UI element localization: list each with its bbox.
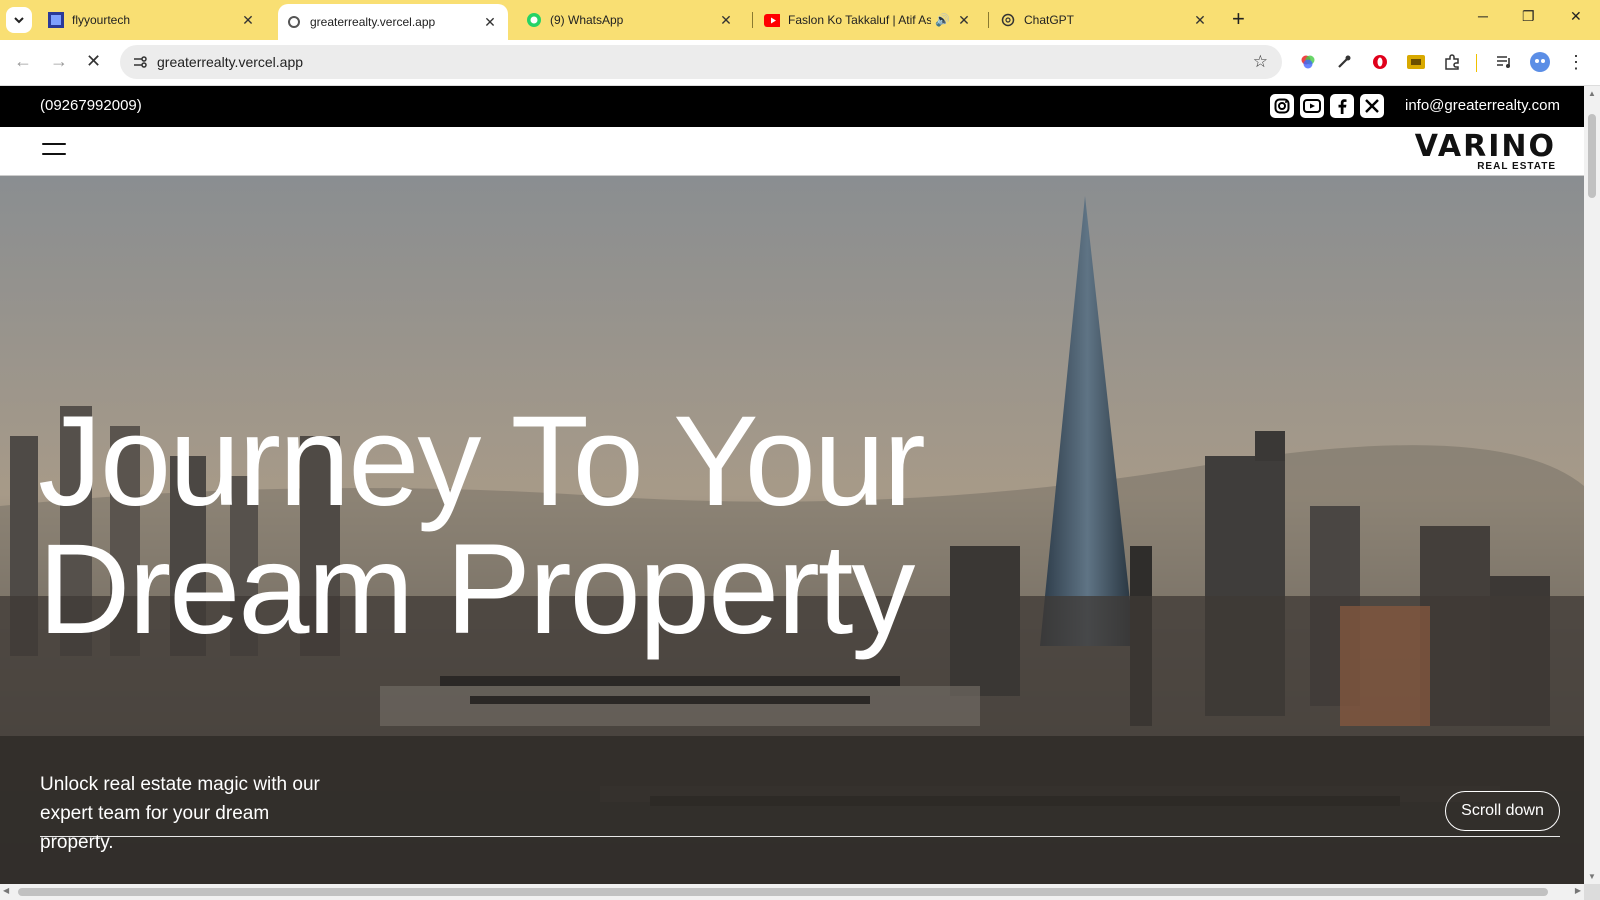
color-extension-icon[interactable] xyxy=(1298,52,1318,72)
youtube-favicon xyxy=(764,12,780,28)
hero-section: Journey To Your Dream Property Unlock re… xyxy=(0,176,1584,884)
site-settings-icon[interactable] xyxy=(132,54,148,75)
x-icon[interactable] xyxy=(1360,94,1384,118)
forward-button[interactable]: → xyxy=(50,51,68,72)
profile-avatar[interactable] xyxy=(1530,52,1550,72)
media-controls-icon[interactable] xyxy=(1494,52,1514,72)
browser-menu-icon[interactable]: ⋮ xyxy=(1566,52,1586,72)
hamburger-menu-icon[interactable] xyxy=(42,142,66,160)
horizontal-scrollbar[interactable]: ◀ ▶ xyxy=(0,884,1584,900)
facebook-icon[interactable] xyxy=(1330,94,1354,118)
whatsapp-favicon xyxy=(526,12,542,28)
horizontal-scroll-thumb[interactable] xyxy=(18,888,1548,896)
tab-separator xyxy=(752,12,753,28)
logo-wordmark: VARINO xyxy=(1414,129,1556,164)
hero-title-line1: Journey To Your xyxy=(38,390,926,533)
tab-chatgpt[interactable]: ChatGPT ✕ xyxy=(992,0,1218,40)
speaker-icon[interactable]: 🔊 xyxy=(935,13,950,27)
instagram-icon[interactable] xyxy=(1270,94,1294,118)
vertical-scroll-thumb[interactable] xyxy=(1588,114,1596,198)
tab-flyyourtech[interactable]: flyyourtech ✕ xyxy=(40,0,266,40)
tab-search-button[interactable] xyxy=(6,7,32,33)
tab-youtube[interactable]: Faslon Ko Takkaluf | Atif Aslam 🔊 ✕ xyxy=(756,0,982,40)
page-viewport: (09267992009) info@greaterrealty.com VAR… xyxy=(0,86,1584,884)
stop-loading-button[interactable]: ✕ xyxy=(86,51,101,72)
bookmark-star-icon[interactable]: ☆ xyxy=(1253,52,1268,72)
hero-title: Journey To Your Dream Property xyxy=(38,390,926,661)
tab-whatsapp[interactable]: (9) WhatsApp ✕ xyxy=(518,0,744,40)
chatgpt-favicon xyxy=(1000,12,1016,28)
tab-title: Faslon Ko Takkaluf | Atif Aslam xyxy=(788,13,932,27)
tab-separator xyxy=(988,12,989,28)
back-button[interactable]: ← xyxy=(14,51,32,72)
hero-subtitle: Unlock real estate magic with our expert… xyxy=(40,774,320,853)
minimize-button[interactable]: ─ xyxy=(1478,8,1488,24)
eyedropper-extension-icon[interactable] xyxy=(1334,52,1354,72)
chevron-down-icon xyxy=(14,17,24,24)
tab-strip: flyyourtech ✕ greaterrealty.vercel.app ✕… xyxy=(0,0,1600,40)
close-icon[interactable]: ✕ xyxy=(238,12,258,29)
tab-title: ChatGPT xyxy=(1024,13,1075,27)
vercel-favicon xyxy=(286,14,302,30)
scroll-up-arrow-icon[interactable]: ▲ xyxy=(1588,89,1596,98)
close-window-button[interactable]: ✕ xyxy=(1570,8,1582,25)
scrollbar-corner xyxy=(1584,884,1600,900)
email-link[interactable]: info@greaterrealty.com xyxy=(1405,97,1560,114)
flyyourtech-favicon xyxy=(48,12,64,28)
tab-title: (9) WhatsApp xyxy=(550,13,624,27)
site-navbar: VARINO REAL ESTATE xyxy=(0,127,1584,176)
extensions-puzzle-icon[interactable] xyxy=(1442,52,1462,72)
contact-bar: (09267992009) info@greaterrealty.com xyxy=(0,86,1584,127)
hero-title-line2: Dream Property xyxy=(38,518,915,661)
site-logo[interactable]: VARINO REAL ESTATE xyxy=(1414,129,1556,173)
url-text: greaterrealty.vercel.app xyxy=(157,54,304,70)
wallet-extension-icon[interactable] xyxy=(1406,52,1426,72)
new-tab-button[interactable]: + xyxy=(1232,8,1245,30)
tab-greaterrealty[interactable]: greaterrealty.vercel.app ✕ xyxy=(278,4,508,40)
restore-button[interactable]: ❐ xyxy=(1522,8,1535,25)
tab-title: greaterrealty.vercel.app xyxy=(310,15,436,29)
close-icon[interactable]: ✕ xyxy=(716,12,736,29)
scroll-down-arrow-icon[interactable]: ▼ xyxy=(1588,872,1596,881)
scroll-down-button[interactable]: Scroll down xyxy=(1445,791,1560,831)
vertical-scrollbar[interactable]: ▲ ▼ xyxy=(1584,86,1600,884)
tab-title: flyyourtech xyxy=(72,13,131,27)
close-icon[interactable]: ✕ xyxy=(480,14,500,31)
browser-toolbar: ← → ✕ greaterrealty.vercel.app ☆ ⋮ xyxy=(0,40,1600,86)
toolbar-separator xyxy=(1476,54,1477,72)
youtube-icon[interactable] xyxy=(1300,94,1324,118)
close-icon[interactable]: ✕ xyxy=(1190,12,1210,29)
scroll-left-arrow-icon[interactable]: ◀ xyxy=(3,886,9,895)
address-bar[interactable]: greaterrealty.vercel.app ☆ xyxy=(120,45,1282,79)
phone-number[interactable]: (09267992009) xyxy=(40,97,142,114)
scroll-right-arrow-icon[interactable]: ▶ xyxy=(1575,886,1581,895)
close-icon[interactable]: ✕ xyxy=(954,12,974,29)
opera-extension-icon[interactable] xyxy=(1370,52,1390,72)
